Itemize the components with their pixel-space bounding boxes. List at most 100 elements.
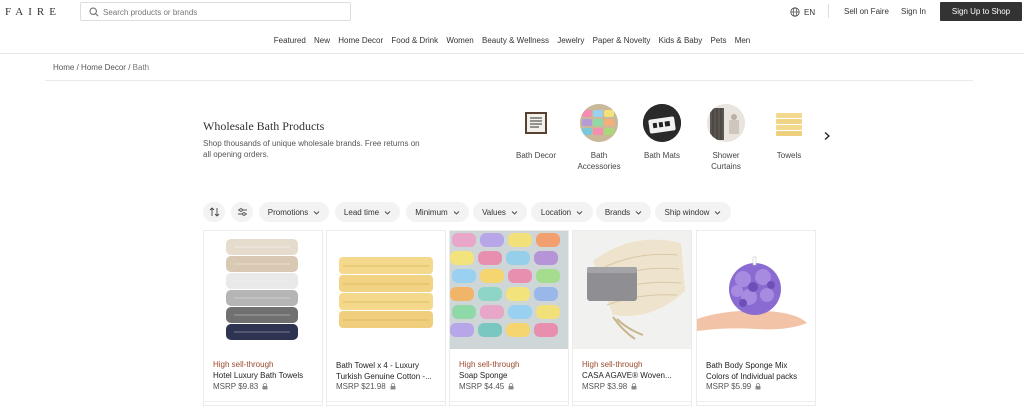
- subcategory-label-2: Accessories: [577, 162, 621, 171]
- filter-location[interactable]: Location: [531, 202, 593, 222]
- nav-divider: [0, 53, 1024, 54]
- filter-brands[interactable]: Brands: [596, 202, 651, 222]
- product-card[interactable]: Bath Body Sponge Mix Colors of Individua…: [696, 230, 816, 406]
- chevron-down-icon: [313, 210, 320, 215]
- filter-label: Ship window: [664, 207, 710, 217]
- subcategory-label: Bath Mats: [643, 151, 680, 160]
- chevron-down-icon: [635, 210, 642, 215]
- product-price: MSRP $3.98: [582, 382, 637, 391]
- sign-in-link[interactable]: Sign In: [901, 7, 926, 16]
- filter-promotions[interactable]: Promotions: [259, 202, 329, 222]
- filter-minimum[interactable]: Minimum: [406, 202, 469, 222]
- lock-icon: [390, 383, 396, 390]
- subcategory-label: Shower: [712, 151, 740, 160]
- chevron-down-icon: [453, 210, 460, 215]
- bath-decor-image: [517, 104, 555, 142]
- msrp-label: MSRP $9.83: [213, 382, 259, 391]
- sign-up-button[interactable]: Sign Up to Shop: [940, 2, 1022, 21]
- subcategory-label: Towels: [776, 151, 802, 160]
- product-name[interactable]: Hotel Luxury Bath Towels: [213, 371, 317, 380]
- top-header: FAIRE EN Sell on Faire Sign In Sign Up t…: [0, 0, 1024, 24]
- breadcrumb-home[interactable]: Home: [53, 63, 74, 72]
- search-box[interactable]: [80, 2, 351, 21]
- subcategory-towels[interactable]: Towels: [759, 104, 819, 161]
- nav-item-featured[interactable]: Featured: [274, 36, 306, 45]
- product-card[interactable]: High sell-through Hotel Luxury Bath Towe…: [203, 230, 323, 406]
- filter-values[interactable]: Values: [473, 202, 527, 222]
- chevron-down-icon: [511, 210, 518, 215]
- product-image: [697, 231, 815, 349]
- product-price: MSRP $21.98: [336, 382, 396, 391]
- nav-item-beauty-wellness[interactable]: Beauty & Wellness: [482, 36, 549, 45]
- nav-item-pets[interactable]: Pets: [710, 36, 726, 45]
- breadcrumb-separator: /: [128, 63, 131, 72]
- chevron-right-icon[interactable]: [822, 131, 832, 141]
- subcategory-shower-curtains[interactable]: Shower Curtains: [696, 104, 756, 172]
- breadcrumb-home-decor[interactable]: Home Decor: [81, 63, 126, 72]
- sell-through-badge: High sell-through: [459, 360, 520, 369]
- filter-ship-window[interactable]: Ship window: [655, 202, 731, 222]
- lock-icon: [755, 383, 761, 390]
- language-selector[interactable]: EN: [790, 7, 815, 17]
- product-price: MSRP $9.83: [213, 382, 268, 391]
- subcategory-label-2: Curtains: [711, 162, 741, 171]
- product-name[interactable]: CASA AGAVE® Woven...: [582, 371, 686, 380]
- product-name[interactable]: Soap Sponge: [459, 371, 563, 380]
- lock-icon: [631, 383, 637, 390]
- bath-accessories-image: [580, 104, 618, 142]
- category-description: Shop thousands of unique wholesale brand…: [203, 139, 420, 159]
- header-divider: [828, 4, 829, 18]
- nav-item-women[interactable]: Women: [446, 36, 473, 45]
- product-image: [450, 231, 568, 349]
- search-input[interactable]: [103, 5, 343, 19]
- product-price: MSRP $5.99: [706, 382, 761, 391]
- nav-item-jewelry[interactable]: Jewelry: [557, 36, 584, 45]
- subcategory-label: Bath Decor: [515, 151, 557, 160]
- breadcrumb: Home / Home Decor / Bath: [53, 63, 149, 72]
- nav-item-kids-baby[interactable]: Kids & Baby: [659, 36, 703, 45]
- msrp-label: MSRP $3.98: [582, 382, 628, 391]
- faire-logo[interactable]: FAIRE: [5, 6, 61, 18]
- subcategory-label: Bath: [590, 151, 608, 160]
- product-image: [204, 231, 322, 349]
- breadcrumb-separator: /: [76, 63, 79, 72]
- shower-curtains-image: [707, 104, 745, 142]
- card-divider: [573, 401, 691, 402]
- product-image: [327, 231, 445, 349]
- filter-lead-time[interactable]: Lead time: [335, 202, 400, 222]
- sort-button[interactable]: [203, 202, 225, 222]
- product-image: [573, 231, 691, 349]
- card-divider: [327, 401, 445, 402]
- filters-button[interactable]: [231, 202, 253, 222]
- filter-label: Values: [482, 207, 506, 217]
- subcategory-bath-mats[interactable]: Bath Mats: [632, 104, 692, 161]
- product-card[interactable]: High sell-through CASA AGAVE® Woven... M…: [572, 230, 692, 406]
- nav-item-home-decor[interactable]: Home Decor: [338, 36, 383, 45]
- sort-arrows-icon: [209, 207, 219, 217]
- sell-through-badge: High sell-through: [213, 360, 274, 369]
- card-divider: [450, 401, 568, 402]
- filter-label: Brands: [604, 207, 631, 217]
- subcategory-bath-accessories[interactable]: Bath Accessories: [569, 104, 629, 172]
- card-divider: [204, 401, 322, 402]
- towels-image: [770, 104, 808, 142]
- subcategory-bath-decor[interactable]: Bath Decor: [506, 104, 566, 161]
- lock-icon: [508, 383, 514, 390]
- filter-label: Promotions: [267, 207, 309, 217]
- product-name[interactable]: Bath Towel x 4 - Luxury Turkish Genuine …: [336, 360, 440, 382]
- product-card[interactable]: Bath Towel x 4 - Luxury Turkish Genuine …: [326, 230, 446, 406]
- filter-label: Minimum: [415, 207, 448, 217]
- sell-on-faire-link[interactable]: Sell on Faire: [844, 7, 889, 16]
- language-label: EN: [804, 7, 816, 17]
- product-card[interactable]: High sell-through Soap Sponge MSRP $4.45: [449, 230, 569, 406]
- chevron-down-icon: [576, 210, 583, 215]
- nav-item-men[interactable]: Men: [735, 36, 751, 45]
- product-name[interactable]: Bath Body Sponge Mix Colors of Individua…: [706, 360, 810, 382]
- nav-item-new[interactable]: New: [314, 36, 330, 45]
- breadcrumb-current: Bath: [132, 63, 150, 72]
- nav-item-paper-novelty[interactable]: Paper & Novelty: [593, 36, 651, 45]
- globe-icon: [790, 7, 800, 17]
- nav-item-food-drink[interactable]: Food & Drink: [391, 36, 438, 45]
- msrp-label: MSRP $4.45: [459, 382, 505, 391]
- sliders-icon: [237, 208, 247, 216]
